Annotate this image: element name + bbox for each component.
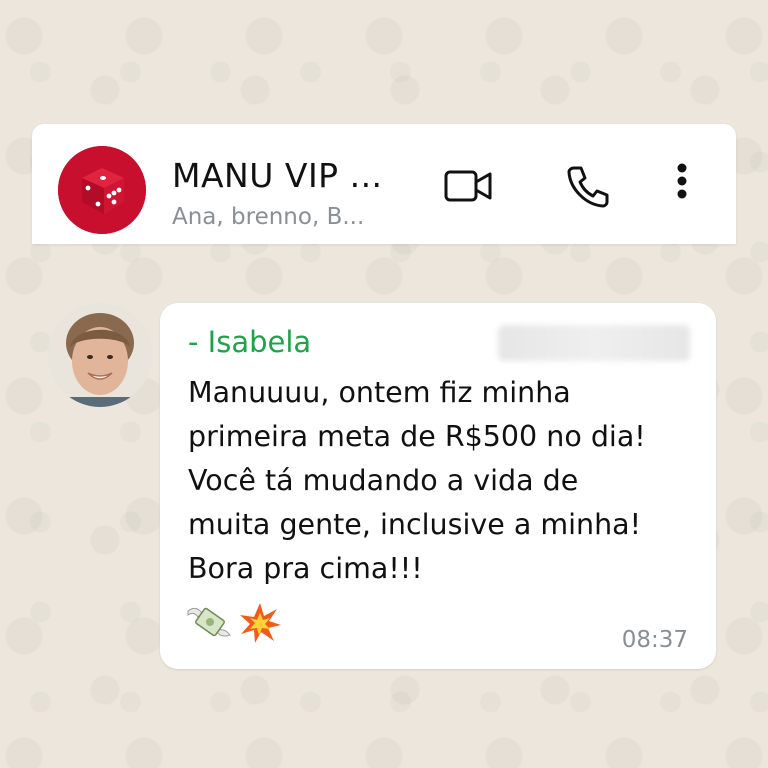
voice-call-button[interactable] bbox=[560, 158, 616, 214]
money-with-wings-emoji bbox=[186, 601, 232, 645]
emoji-row bbox=[186, 601, 283, 645]
group-avatar[interactable] bbox=[58, 146, 146, 234]
sender-name[interactable]: - Isabela bbox=[188, 325, 311, 359]
video-call-icon bbox=[444, 170, 492, 202]
more-options-button[interactable] bbox=[654, 158, 710, 214]
collision-emoji bbox=[237, 601, 283, 645]
chat-participants[interactable]: Ana, brenno, B... bbox=[172, 204, 364, 230]
message-time: 08:37 bbox=[621, 627, 688, 653]
sender-avatar[interactable] bbox=[48, 303, 152, 407]
video-call-button[interactable] bbox=[440, 158, 496, 214]
red-dice-icon bbox=[58, 146, 146, 234]
more-options-icon bbox=[677, 163, 687, 199]
chat-header: MANU VIP ... Ana, brenno, B... bbox=[32, 124, 736, 244]
phone-call-icon bbox=[567, 166, 609, 208]
message-bubble[interactable]: - Isabela Manuuuu, ontem fiz minha prime… bbox=[160, 303, 716, 669]
sender-photo bbox=[48, 303, 152, 407]
chat-title[interactable]: MANU VIP ... bbox=[172, 156, 383, 195]
message-text: Manuuuu, ontem fiz minha primeira meta d… bbox=[188, 376, 646, 585]
blurred-phone-number bbox=[498, 325, 690, 361]
